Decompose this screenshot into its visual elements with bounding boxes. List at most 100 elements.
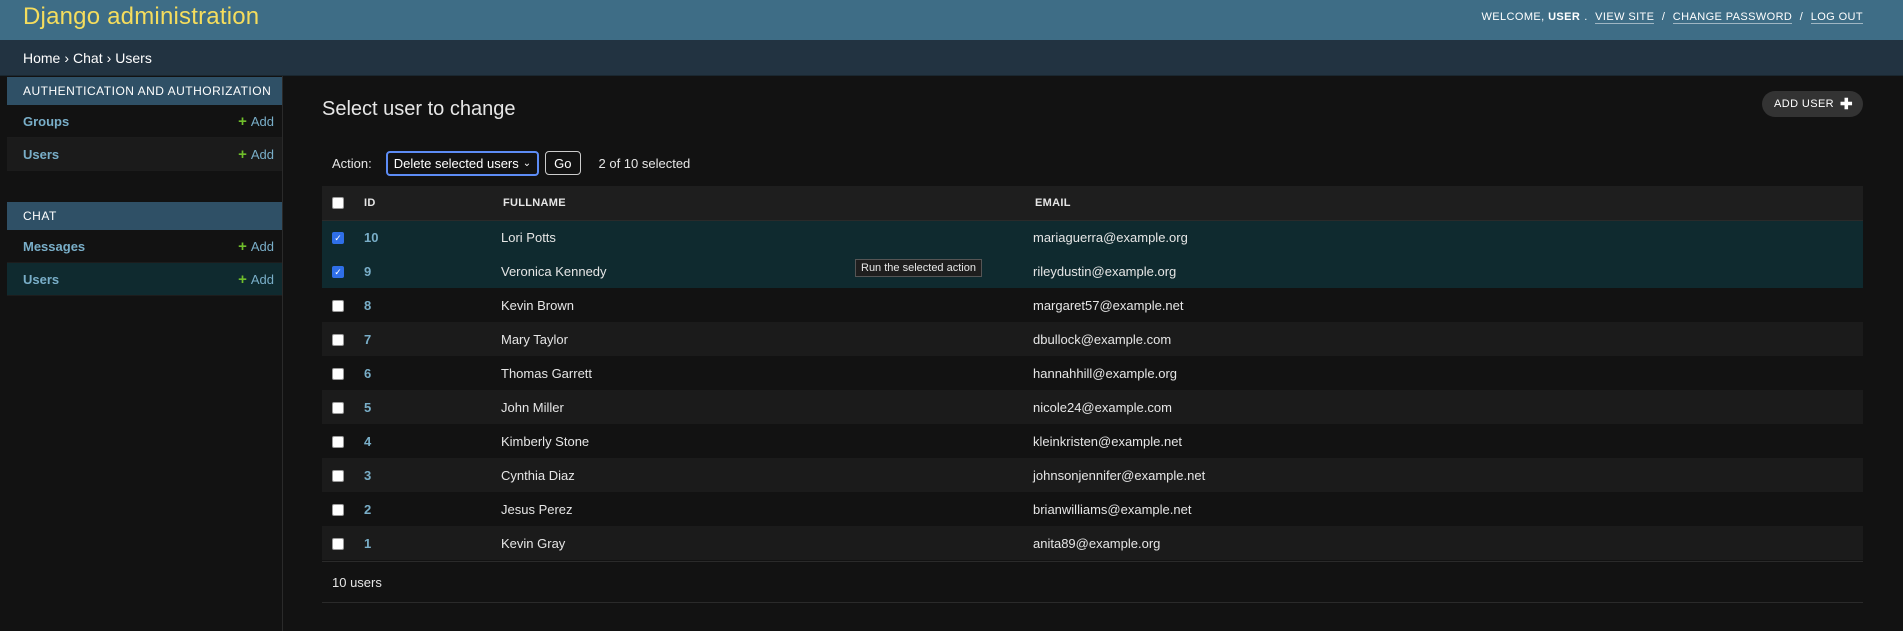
add-groups-link[interactable]: + Add (238, 114, 274, 129)
row-id-link[interactable]: 7 (364, 322, 501, 356)
row-id-link[interactable]: 4 (364, 424, 501, 458)
table-row: 6 Thomas Garrett hannahhill@example.org (322, 356, 1863, 390)
row-fullname: Kevin Brown (501, 297, 574, 313)
add-auth-users-link[interactable]: + Add (238, 147, 274, 162)
column-header-fullname[interactable]: FULLNAME (501, 186, 1033, 221)
table-row: 7 Mary Taylor dbullock@example.com (322, 322, 1863, 356)
select-all-checkbox[interactable] (332, 196, 344, 209)
change-password-link[interactable]: CHANGE PASSWORD (1672, 11, 1793, 24)
row-checkbox[interactable]: ✓ (332, 266, 344, 279)
table-row: 1 Kevin Gray anita89@example.org (322, 526, 1863, 560)
action-label: Action: (332, 155, 372, 171)
row-email: nicole24@example.com (1033, 399, 1172, 415)
table-row: 4 Kimberly Stone kleinkristen@example.net (322, 424, 1863, 458)
breadcrumb-chat[interactable]: Chat (73, 50, 103, 66)
row-email: anita89@example.org (1033, 535, 1161, 551)
table-row: 2 Jesus Perez brianwilliams@example.net (322, 492, 1863, 526)
module-auth: AUTHENTICATION AND AUTHORIZATION Groups … (7, 77, 282, 171)
add-chat-users-link[interactable]: + Add (238, 272, 274, 287)
paginator: 10 users (322, 561, 1863, 603)
page-title: Select user to change (322, 98, 516, 120)
plus-icon: + (238, 112, 247, 130)
add-user-button[interactable]: ADD USER ✚ (1761, 91, 1863, 117)
table-row: 5 John Miller nicole24@example.com (322, 390, 1863, 424)
go-button[interactable]: Go (545, 151, 581, 175)
breadcrumb-home[interactable]: Home (23, 50, 60, 66)
chevron-down-icon: ⌄ (522, 157, 532, 169)
sidebar-item-label[interactable]: Users (23, 147, 59, 162)
row-id-link[interactable]: 1 (364, 526, 501, 560)
row-checkbox-cell (322, 288, 364, 322)
table-row: ✓ 9 Veronica Kennedy rileydustin@example.or… (322, 254, 1863, 288)
row-email: brianwilliams@example.net (1033, 501, 1192, 517)
log-out-link[interactable]: LOG OUT (1810, 11, 1863, 24)
sidebar-item-label[interactable]: Groups (23, 114, 69, 129)
action-select[interactable]: Delete selected users ⌄ (385, 150, 540, 176)
row-email: kleinkristen@example.net (1033, 433, 1183, 449)
row-id-link[interactable]: 2 (364, 492, 501, 526)
module-caption-chat[interactable]: CHAT (7, 202, 282, 230)
row-checkbox-cell (322, 322, 364, 356)
row-fullname: Kevin Gray (501, 535, 566, 551)
row-checkbox[interactable] (332, 538, 344, 551)
view-site-link[interactable]: VIEW SITE (1595, 11, 1655, 24)
row-id-link[interactable]: 3 (364, 458, 501, 492)
row-checkbox[interactable] (332, 436, 344, 449)
table-header-row: ID FULLNAME EMAIL (322, 186, 1863, 221)
row-fullname: Thomas Garrett (501, 365, 593, 381)
row-checkbox-cell (322, 492, 364, 526)
add-user-label: ADD USER (1773, 98, 1835, 110)
sidebar-item-messages[interactable]: Messages + Add (7, 230, 282, 263)
row-email: margaret57@example.net (1033, 297, 1184, 313)
table-row: 3 Cynthia Diaz johnsonjennifer@example.net (322, 458, 1863, 492)
row-checkbox[interactable] (332, 504, 344, 517)
row-email: mariaguerra@example.org (1033, 229, 1188, 245)
row-email: dbullock@example.com (1033, 331, 1172, 347)
tooltip: Run the selected action (855, 259, 982, 277)
module-caption-auth[interactable]: AUTHENTICATION AND AUTHORIZATION (7, 77, 282, 105)
row-email: johnsonjennifer@example.net (1033, 467, 1206, 483)
row-fullname: Kimberly Stone (501, 433, 590, 449)
result-list: ID FULLNAME EMAIL ✓ 10 Lori Potts mariaguer… (322, 186, 1863, 560)
plus-icon: + (238, 270, 247, 288)
column-header-id[interactable]: ID (364, 186, 501, 221)
row-fullname: Cynthia Diaz (501, 467, 575, 483)
row-checkbox[interactable] (332, 470, 344, 483)
sidebar-item-label[interactable]: Users (23, 272, 59, 287)
select-all-cell (322, 186, 364, 221)
row-checkbox-cell: ✓ (322, 254, 364, 288)
row-checkbox[interactable]: ✓ (332, 232, 344, 245)
site-header: Django administration WELCOME, USER. VIE… (0, 0, 1903, 40)
row-checkbox[interactable] (332, 334, 344, 347)
site-brand[interactable]: Django administration (23, 3, 259, 31)
row-checkbox-cell (322, 526, 364, 560)
sidebar-item-groups[interactable]: Groups + Add (7, 105, 282, 138)
module-chat: CHAT Messages + Add Users + Add (7, 202, 282, 296)
row-id-link[interactable]: 6 (364, 356, 501, 390)
sidebar-item-auth-users[interactable]: Users + Add (7, 138, 282, 171)
row-checkbox-cell (322, 390, 364, 424)
row-fullname: Jesus Perez (501, 501, 573, 517)
sidebar-item-chat-users[interactable]: Users + Add (7, 263, 282, 296)
row-checkbox[interactable] (332, 300, 344, 313)
row-checkbox[interactable] (332, 368, 344, 381)
row-id-link[interactable]: 10 (364, 220, 501, 254)
add-messages-link[interactable]: + Add (238, 239, 274, 254)
breadcrumb-users: Users (115, 49, 152, 66)
breadcrumb: Home › Chat › Users (0, 40, 1903, 76)
actions-bar: Action: Delete selected users ⌄ Go 2 of … (322, 143, 1863, 183)
row-id-link[interactable]: 9 (364, 254, 501, 288)
row-checkbox-cell: ✓ (322, 220, 364, 254)
sidebar-item-label[interactable]: Messages (23, 239, 85, 254)
row-id-link[interactable]: 8 (364, 288, 501, 322)
row-checkbox-cell (322, 424, 364, 458)
user-tools: WELCOME, USER. VIEW SITE / CHANGE PASSWO… (1481, 11, 1863, 24)
row-checkbox[interactable] (332, 402, 344, 415)
table-row: ✓ 10 Lori Potts mariaguerra@example.org (322, 220, 1863, 254)
row-id-link[interactable]: 5 (364, 390, 501, 424)
row-fullname: Lori Potts (501, 229, 556, 245)
nav-sidebar: AUTHENTICATION AND AUTHORIZATION Groups … (0, 76, 283, 631)
column-header-email[interactable]: EMAIL (1033, 186, 1863, 221)
row-email: hannahhill@example.org (1033, 365, 1178, 381)
row-checkbox-cell (322, 356, 364, 390)
